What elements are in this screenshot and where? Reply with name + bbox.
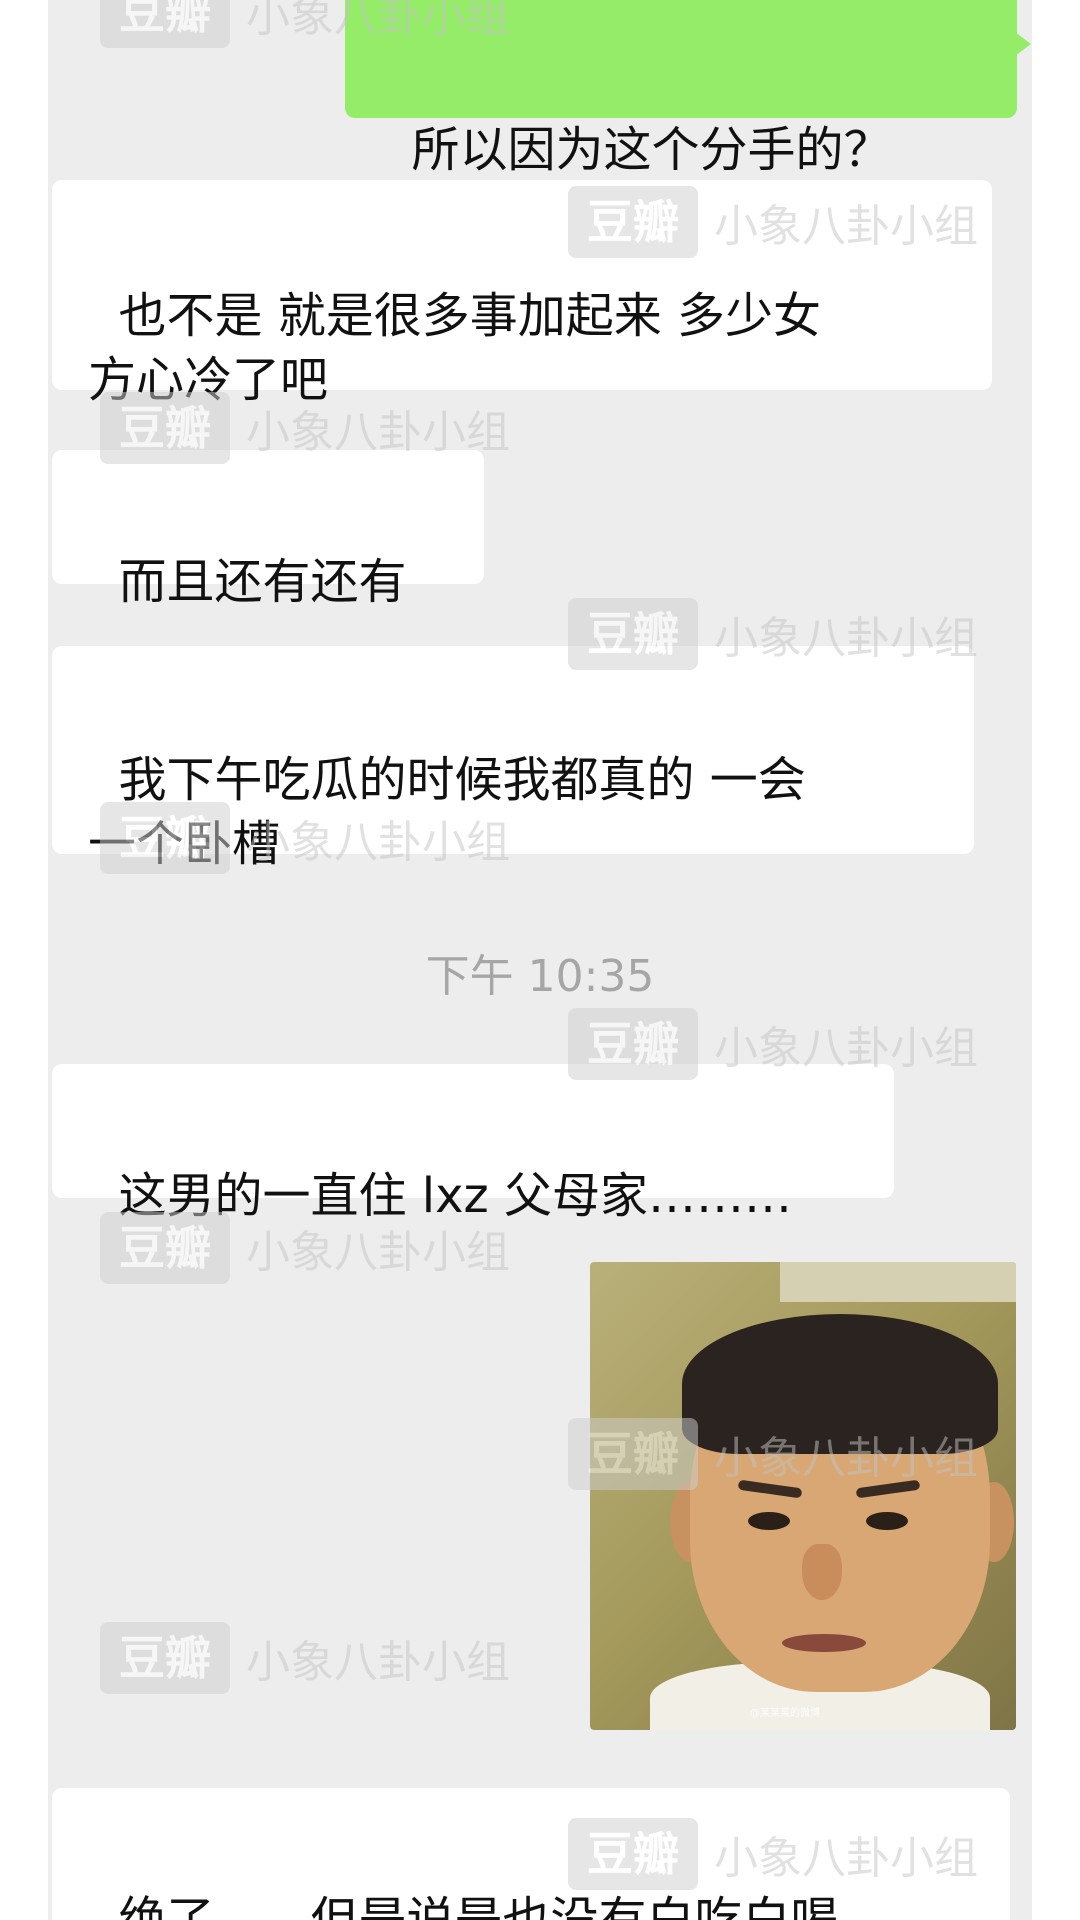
photo-eye-right [866,1512,908,1530]
image-message[interactable]: @某某某的微博 [590,1262,1016,1730]
message-text: 而且还有还有 [118,554,407,610]
message-bubble-incoming[interactable]: 绝了……但是说是也没有白吃白喝 [52,1788,1010,1920]
photo-background-shelf [780,1262,1016,1302]
message-bubble-incoming[interactable]: 我下午吃瓜的时候我都真的 一会 一个卧槽 [52,646,974,872]
photo-nose [802,1544,842,1600]
message-text: 绝了……但是说是也没有白吃白喝 [118,1892,839,1920]
message-text: 这男的一直住 lxz 父母家……… [118,1168,792,1224]
photo-hair [682,1314,998,1454]
photo-mouth [782,1634,866,1652]
message-timestamp: 下午 10:35 [425,951,655,1002]
photo-eye-left [748,1512,790,1530]
message-bubble-incoming[interactable]: 而且还有还有 [52,450,484,610]
message-bubble-incoming[interactable]: 这男的一直住 lxz 父母家……… [52,1064,894,1224]
message-bubble-incoming[interactable]: 也不是 就是很多事加起来 多少女 方心冷了吧 [52,180,992,408]
message-text: 所以因为这个分手的？ [411,122,892,178]
message-bubble-outgoing[interactable]: 所以因为这个分手的？ [345,0,1031,178]
photo-source-mark: @某某某的微博 [750,1708,820,1719]
